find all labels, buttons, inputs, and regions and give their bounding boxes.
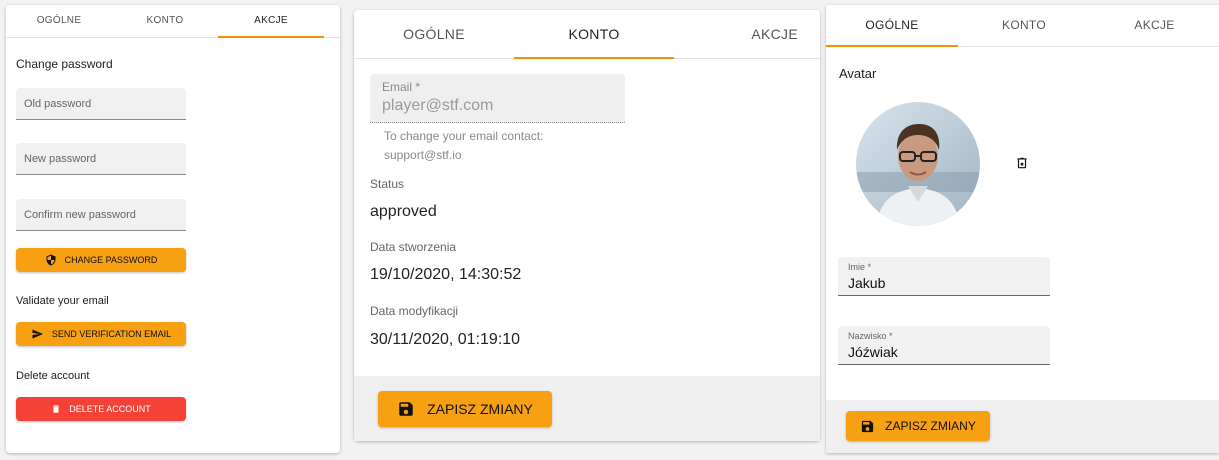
email-helper-line-2: support@stf.io — [384, 148, 462, 162]
send-verification-button[interactable]: SEND VERIFICATION EMAIL — [16, 322, 186, 346]
created-value: 19/10/2020, 14:30:52 — [370, 266, 522, 283]
tab-actions[interactable]: AKCJE — [674, 10, 820, 58]
save-icon — [399, 402, 413, 416]
delete-photo-icon[interactable] — [1015, 155, 1029, 176]
avatar-label: Avatar — [839, 66, 877, 81]
email-label: Email * — [382, 80, 421, 94]
save-changes-button-label: ZAPISZ ZMIANY — [427, 401, 533, 417]
save-changes-button[interactable]: ZAPISZ ZMIANY — [846, 411, 990, 441]
first-name-value: Jakub — [848, 275, 886, 291]
change-password-button[interactable]: CHANGE PASSWORD — [16, 248, 186, 272]
old-password-field[interactable]: Old password — [16, 88, 186, 120]
last-name-label: Nazwisko * — [848, 331, 893, 341]
send-verification-button-label: SEND VERIFICATION EMAIL — [51, 329, 172, 339]
delete-account-button[interactable]: DELETE ACCOUNT — [16, 397, 186, 421]
account-info-panel: OGÓLNE KONTO AKCJE Email * player@stf.co… — [354, 10, 820, 441]
tab-actions[interactable]: AKCJE — [218, 5, 324, 38]
created-label: Data stworzenia — [370, 240, 457, 254]
modified-value: 30/11/2020, 01:19:10 — [370, 331, 521, 348]
email-value: player@stf.com — [382, 97, 494, 114]
email-field: Email * player@stf.com — [370, 74, 625, 123]
save-changes-button[interactable]: ZAPISZ ZMIANY — [378, 391, 552, 427]
old-password-placeholder: Old password — [24, 98, 92, 110]
tab-bar: OGÓLNE KONTO AKCJE — [354, 10, 820, 59]
tab-general[interactable]: OGÓLNE — [354, 10, 514, 58]
validate-email-heading: Validate your email — [16, 295, 109, 307]
tab-general[interactable]: OGÓLNE — [6, 5, 112, 37]
trash-icon — [53, 405, 60, 413]
new-password-field[interactable]: New password — [16, 143, 186, 175]
save-changes-button-label: ZAPISZ ZMIANY — [885, 419, 976, 433]
change-password-button-label: CHANGE PASSWORD — [64, 255, 158, 265]
tab-bar: OGÓLNE KONTO AKCJE — [6, 5, 340, 38]
account-actions-panel: OGÓLNE KONTO AKCJE Change password Old p… — [6, 5, 340, 453]
tab-bar: OGÓLNE KONTO AKCJE — [826, 5, 1219, 47]
status-value: approved — [370, 203, 437, 220]
shield-icon — [46, 254, 56, 266]
first-name-field[interactable]: Imie * Jakub — [838, 257, 1050, 296]
delete-account-heading: Delete account — [16, 370, 90, 382]
delete-account-button-label: DELETE ACCOUNT — [69, 404, 151, 414]
tab-general[interactable]: OGÓLNE — [826, 5, 958, 47]
first-name-label: Imie * — [848, 262, 872, 272]
avatar-photo[interactable] — [856, 102, 980, 226]
tab-actions[interactable]: AKCJE — [1090, 5, 1219, 46]
tab-actions-label: AKCJE — [751, 26, 798, 42]
tab-account[interactable]: KONTO — [958, 5, 1090, 46]
last-name-field[interactable]: Nazwisko * Jóźwiak — [838, 326, 1050, 365]
modified-label: Data modyfikacji — [370, 304, 459, 318]
confirm-password-placeholder: Confirm new password — [24, 209, 136, 221]
email-helper-line-1: To change your email contact: — [384, 129, 544, 143]
save-icon — [862, 420, 874, 432]
general-info-panel: OGÓLNE KONTO AKCJE Avatar Imie * Jakub N… — [826, 5, 1219, 453]
footer-actions: ZAPISZ ZMIANY — [826, 400, 1219, 453]
change-password-heading: Change password — [16, 57, 113, 71]
confirm-password-field[interactable]: Confirm new password — [16, 199, 186, 231]
footer-actions: ZAPISZ ZMIANY — [354, 376, 820, 441]
tab-account[interactable]: KONTO — [514, 10, 674, 59]
new-password-placeholder: New password — [24, 153, 97, 165]
last-name-value: Jóźwiak — [848, 344, 898, 360]
status-label: Status — [370, 177, 405, 191]
tab-account[interactable]: KONTO — [112, 5, 218, 37]
send-icon — [32, 329, 43, 339]
